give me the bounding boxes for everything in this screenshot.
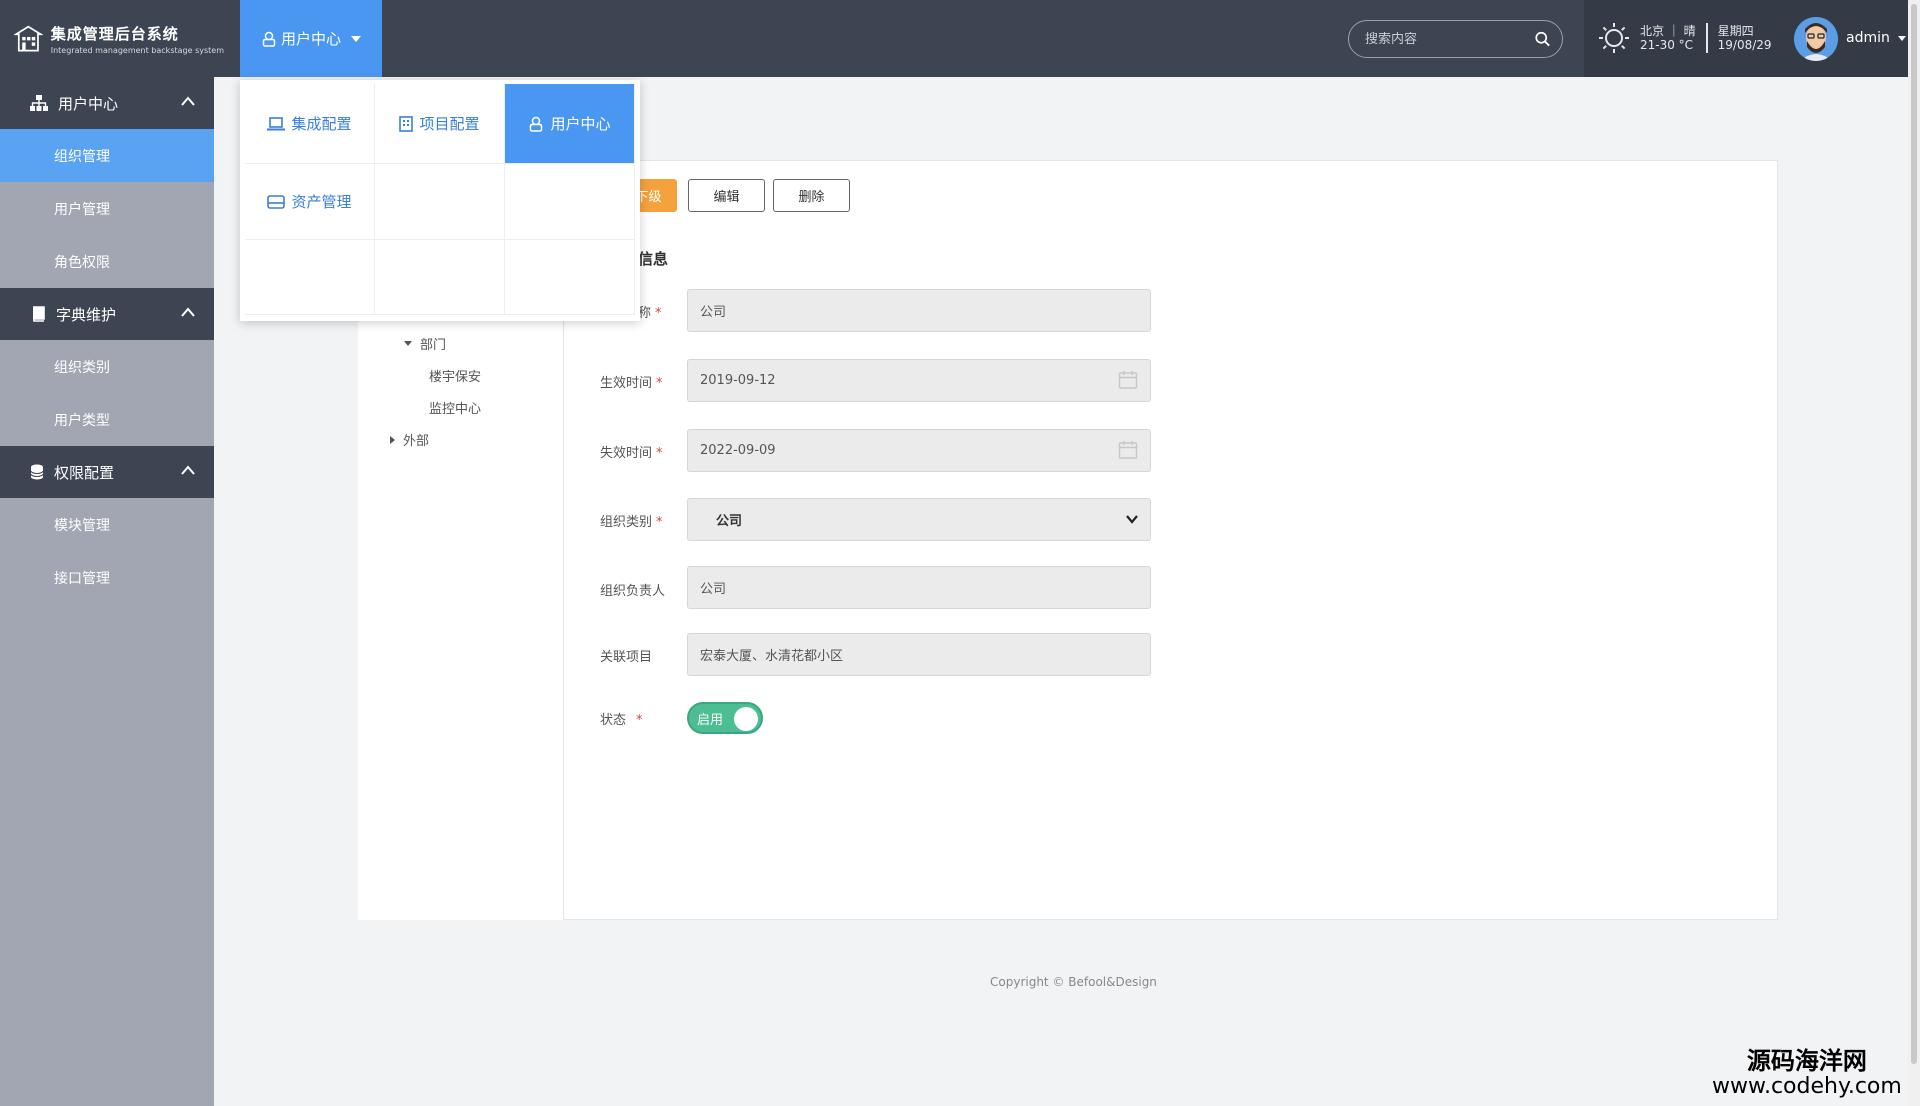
menu-cell-empty <box>505 240 635 315</box>
menu-item-user-center[interactable]: 用户中心 <box>505 84 635 164</box>
user-lock-icon <box>262 31 276 47</box>
menu-cell-empty <box>375 164 505 240</box>
org-category-select[interactable]: 公司 <box>687 498 1151 541</box>
sidebar-group-label: 权限配置 <box>54 463 115 482</box>
org-leader-field[interactable]: 公司 <box>687 566 1151 609</box>
weather-city: 北京 ｜ 晴 <box>1640 24 1696 38</box>
caret-right-icon <box>390 435 395 444</box>
logo-building-icon <box>14 25 43 52</box>
user-menu[interactable]: admin <box>1846 30 1906 46</box>
sidebar-group-dictionary[interactable]: 字典维护 <box>0 288 214 340</box>
top-menu-user-center[interactable]: 用户中心 <box>240 0 382 77</box>
chevron-up-icon <box>181 307 195 317</box>
search-input[interactable] <box>1365 31 1535 47</box>
avatar-face-icon <box>1794 17 1838 61</box>
drive-icon <box>267 194 286 209</box>
scrollbar-thumb[interactable] <box>1911 4 1917 1064</box>
user-lock-icon <box>530 116 543 132</box>
menu-item-integration-config[interactable]: 集成配置 <box>245 84 375 164</box>
leader-label: 组织负责人 <box>600 584 666 599</box>
sidebar-item-user-type[interactable]: 用户类型 <box>0 393 214 446</box>
calendar-icon[interactable] <box>1118 370 1138 390</box>
brand-title: 集成管理后台系统 <box>50 25 179 43</box>
watermark: 源码海洋网 www.codehy.com <box>1712 1048 1902 1100</box>
caret-down-icon <box>351 35 361 42</box>
avatar[interactable] <box>1794 17 1838 61</box>
laptop-icon <box>267 116 286 130</box>
caret-down-icon <box>404 341 412 346</box>
user-center-dropdown: 集成配置 项目配置 用户中心 资产管理 <box>240 80 640 321</box>
weekday: 星期四 <box>1717 24 1754 38</box>
org-name-field[interactable]: 公司 <box>687 289 1151 332</box>
name-label: 称 * <box>638 306 662 321</box>
copyright: Copyright © Befool&Design <box>990 975 1157 989</box>
sidebar-group-permission-config[interactable]: 权限配置 <box>0 446 214 498</box>
weather-widget: 北京 ｜ 晴 21-30 °C 星期四 19/08/29 <box>1598 22 1772 54</box>
search-icon[interactable] <box>1535 30 1550 48</box>
logo[interactable]: 集成管理后台系统 Integrated management backstage… <box>14 16 224 62</box>
status-toggle[interactable]: 启用 <box>687 702 763 734</box>
toggle-knob <box>734 707 758 731</box>
search-box <box>1348 20 1563 58</box>
chevron-down-icon <box>1126 515 1138 524</box>
top-menu-label: 用户中心 <box>280 30 341 48</box>
brand-subtitle: Integrated management backstage system <box>50 46 224 55</box>
edit-button[interactable]: 编辑 <box>688 179 765 212</box>
sidebar-group-user-center[interactable]: 用户中心 <box>0 77 214 129</box>
end-time-label: 失效时间 * <box>600 446 663 461</box>
sidebar: 用户中心 组织管理 用户管理 角色权限 字典维护 组织类别 用户类型 权限配置 … <box>0 77 214 1106</box>
top-right-panel: 北京 ｜ 晴 21-30 °C 星期四 19/08/29 admin <box>1584 0 1908 77</box>
page-scrollbar[interactable] <box>1908 0 1920 1106</box>
sidebar-item-role-permission[interactable]: 角色权限 <box>0 235 214 288</box>
watermark-line2: www.codehy.com <box>1712 1074 1902 1099</box>
status-label: 状态 * <box>600 713 643 728</box>
sun-icon <box>1599 23 1629 53</box>
sidebar-item-user-management[interactable]: 用户管理 <box>0 182 214 235</box>
sidebar-group-label: 用户中心 <box>58 94 119 113</box>
top-bar: 集成管理后台系统 Integrated management backstage… <box>0 0 1908 77</box>
project-label: 关联项目 <box>600 650 653 665</box>
start-date-field[interactable]: 2019-09-12 <box>687 359 1151 402</box>
related-project-field[interactable]: 宏泰大厦、水清花都小区 <box>687 633 1151 676</box>
caret-down-icon <box>1897 35 1906 41</box>
sidebar-group-label: 字典维护 <box>56 305 117 324</box>
tree-node-external[interactable]: 外部 <box>390 430 429 449</box>
tree-node-building-security[interactable]: 楼宇保安 <box>429 366 481 385</box>
menu-cell-empty <box>245 240 375 315</box>
org-tree-icon <box>30 95 48 111</box>
calendar-icon[interactable] <box>1118 440 1138 460</box>
end-date-field[interactable]: 2022-09-09 <box>687 429 1151 472</box>
database-icon <box>30 464 44 480</box>
date: 19/08/29 <box>1717 38 1772 52</box>
building-icon <box>399 115 414 132</box>
watermark-line1: 源码海洋网 <box>1746 1047 1867 1075</box>
menu-cell-empty <box>375 240 505 315</box>
section-title: 信息 <box>638 250 669 268</box>
start-time-label: 生效时间 * <box>600 376 663 391</box>
delete-button[interactable]: 删除 <box>773 179 850 212</box>
weather-temp: 21-30 °C <box>1640 38 1694 52</box>
book-icon <box>32 306 45 322</box>
chevron-up-icon <box>181 465 195 475</box>
tree-node-dept[interactable]: 部门 <box>404 334 446 353</box>
menu-item-asset-management[interactable]: 资产管理 <box>245 164 375 240</box>
menu-item-project-config[interactable]: 项目配置 <box>375 84 505 164</box>
tree-node-monitor-center[interactable]: 监控中心 <box>429 398 481 417</box>
category-label: 组织类别 * <box>600 515 663 530</box>
sidebar-item-org-management[interactable]: 组织管理 <box>0 129 214 182</box>
sidebar-item-interface-management[interactable]: 接口管理 <box>0 551 214 604</box>
chevron-up-icon <box>181 96 195 106</box>
sidebar-item-org-category[interactable]: 组织类别 <box>0 340 214 393</box>
divider <box>1705 23 1708 53</box>
menu-cell-empty <box>505 164 635 240</box>
username: admin <box>1846 30 1890 46</box>
sidebar-item-module-management[interactable]: 模块管理 <box>0 498 214 551</box>
